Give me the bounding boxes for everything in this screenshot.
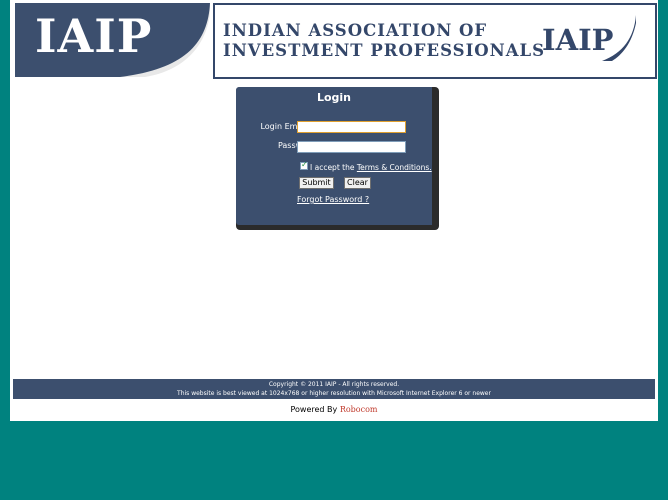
page-container: IAIP INDIAN ASSOCIATION OF INVESTMENT PR…: [10, 0, 658, 421]
terms-checkbox[interactable]: ✓: [300, 160, 308, 170]
powered-by: Powered By Robocom: [10, 405, 658, 414]
banner-title-line2: INVESTMENT PROFESSIONALS: [223, 41, 546, 60]
powered-brand-link[interactable]: Robocom: [340, 405, 378, 414]
clear-button[interactable]: Clear: [344, 177, 371, 189]
footer-bar: Copyright © 2011 IAIP - All rights reser…: [13, 379, 655, 399]
browser-note-text: This website is best viewed at 1024x768 …: [177, 390, 491, 397]
login-panel: Login Login EmailID: Password: ✓ I accep…: [236, 87, 432, 225]
powered-prefix: Powered By: [290, 405, 340, 414]
login-title: Login: [316, 91, 352, 104]
accept-prefix: I accept the: [310, 163, 357, 172]
submit-button[interactable]: Submit: [299, 177, 334, 189]
banner-title-line1: INDIAN ASSOCIATION OF: [223, 21, 488, 40]
forgot-password-link[interactable]: Forgot Password ?: [297, 195, 369, 204]
terms-link[interactable]: Terms & Conditions.: [357, 163, 432, 172]
banner-swoosh-icon: [602, 15, 636, 61]
copyright-text: Copyright © 2011 IAIP - All rights reser…: [268, 381, 400, 388]
iaip-logo: IAIP: [15, 3, 210, 77]
email-field[interactable]: [297, 121, 406, 133]
password-field[interactable]: [297, 141, 406, 153]
header-banner: INDIAN ASSOCIATION OF INVESTMENT PROFESS…: [213, 3, 657, 79]
checkmark-icon: ✓: [301, 160, 308, 169]
swoosh-icon: [120, 3, 210, 77]
accept-terms-text: I accept the Terms & Conditions.: [310, 163, 432, 172]
